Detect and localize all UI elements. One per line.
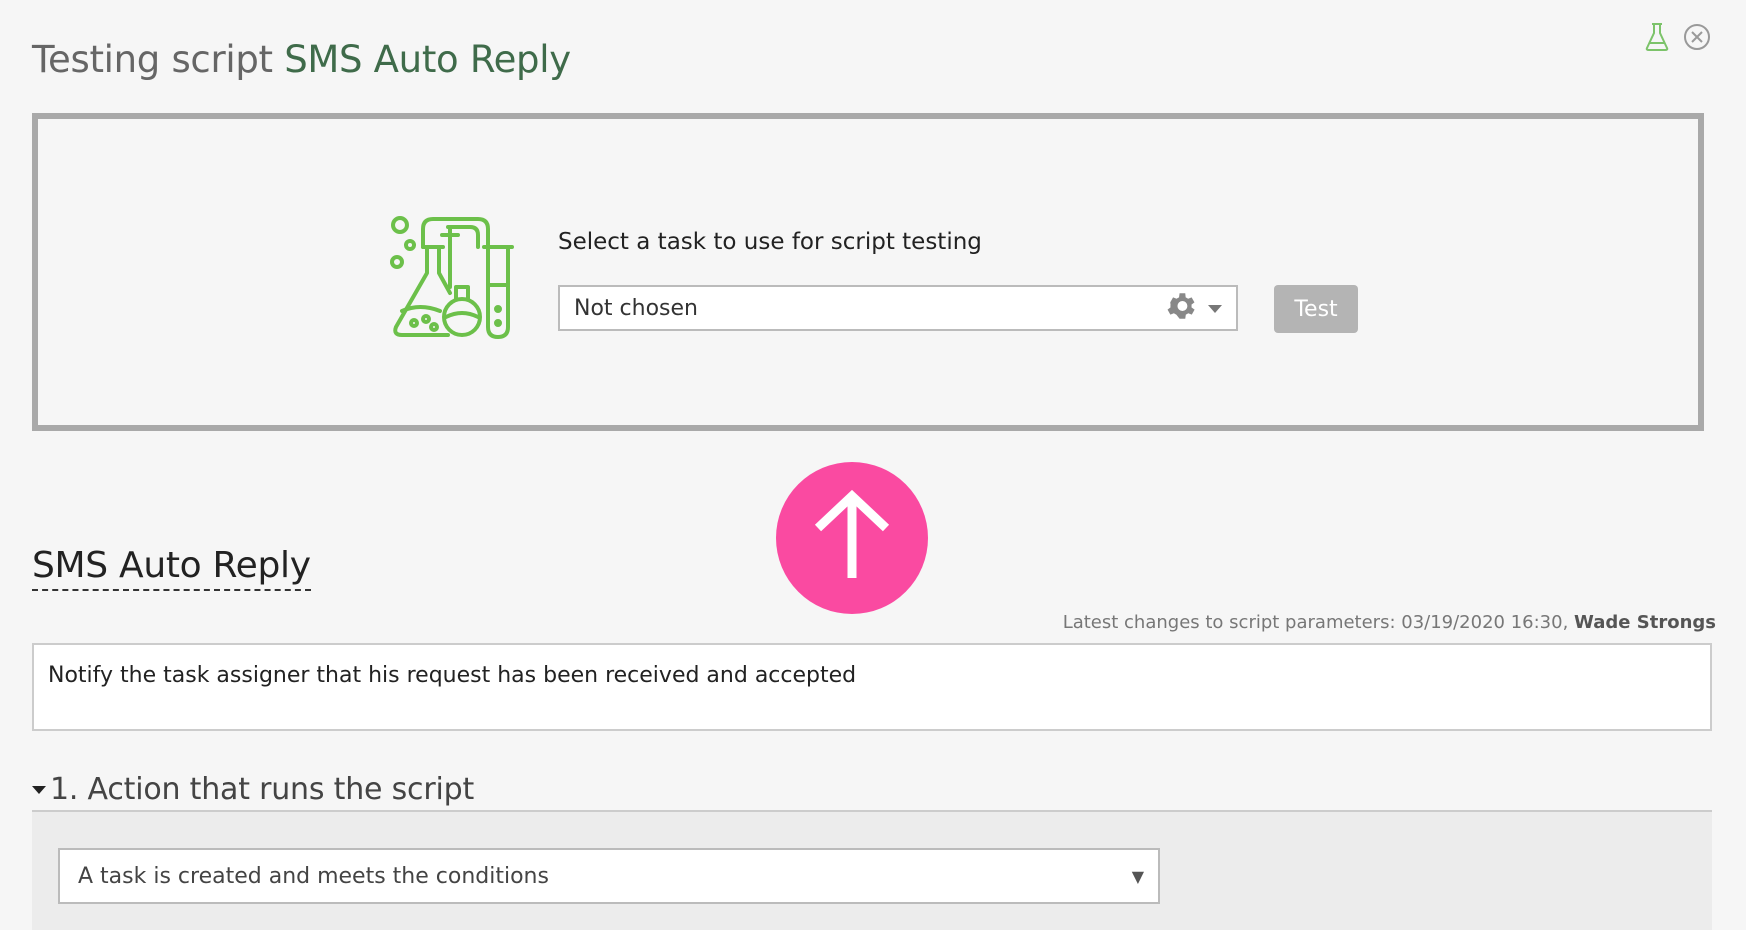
caret-down-icon[interactable]: [1208, 299, 1236, 318]
select-task-label: Select a task to use for script testing: [558, 229, 982, 255]
gear-icon[interactable]: [1164, 289, 1208, 327]
latest-changes-info: Latest changes to script parameters: 03/…: [1063, 612, 1716, 633]
section-action-header[interactable]: 1. Action that runs the script: [32, 768, 1712, 812]
task-select[interactable]: Not chosen: [558, 285, 1238, 331]
collapse-triangle-icon[interactable]: [32, 779, 50, 799]
flask-icon[interactable]: [1644, 22, 1670, 52]
script-description-field[interactable]: Notify the task assigner that his reques…: [32, 643, 1712, 731]
page-title-script-name: SMS Auto Reply: [284, 38, 571, 81]
latest-changes-user: Wade Strongs: [1574, 612, 1716, 633]
top-icons: [1644, 22, 1712, 52]
page-title: Testing script SMS Auto Reply: [32, 38, 571, 81]
section-action-body: A task is created and meets the conditio…: [32, 812, 1712, 930]
scroll-up-button[interactable]: [776, 462, 928, 614]
page-title-prefix: Testing script: [32, 38, 273, 81]
close-circle-icon[interactable]: [1682, 22, 1712, 52]
test-button[interactable]: Test: [1274, 285, 1358, 333]
task-select-value: Not chosen: [574, 295, 698, 321]
script-test-panel: Select a task to use for script testing …: [32, 113, 1704, 431]
arrow-up-icon: [812, 486, 892, 590]
action-trigger-select[interactable]: A task is created and meets the conditio…: [58, 848, 1160, 904]
action-trigger-value: A task is created and meets the conditio…: [78, 863, 549, 889]
select-caret-icon: ▼: [1131, 866, 1144, 886]
section-action-title: 1. Action that runs the script: [50, 771, 475, 807]
script-name-editable[interactable]: SMS Auto Reply: [32, 545, 311, 591]
latest-changes-label: Latest changes to script parameters: 03/…: [1062, 612, 1569, 633]
lab-equipment-icon: [390, 215, 520, 345]
